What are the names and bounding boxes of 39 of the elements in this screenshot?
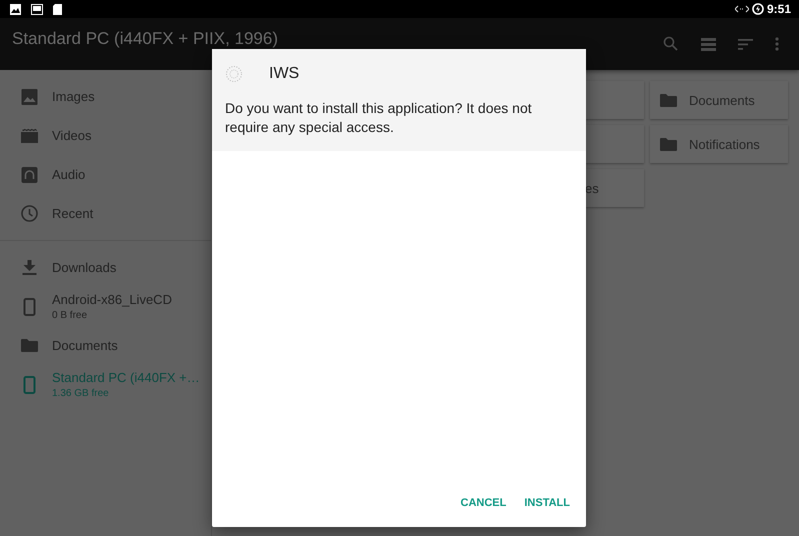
more-options-icon[interactable] bbox=[775, 37, 779, 51]
clock-time: 9:51 bbox=[766, 2, 791, 16]
list-view-icon[interactable] bbox=[701, 38, 716, 50]
image-icon bbox=[21, 88, 38, 104]
folder-icon bbox=[660, 138, 677, 150]
app-name: IWS bbox=[269, 65, 300, 83]
cancel-button[interactable]: CANCEL bbox=[452, 493, 514, 513]
sort-icon[interactable] bbox=[738, 38, 753, 50]
sidebar-item[interactable]: Downloads bbox=[0, 248, 211, 287]
download-icon bbox=[21, 260, 38, 275]
phone-icon bbox=[21, 298, 38, 316]
toolbar-title: Standard PC (i440FX + PIIX, 1996) bbox=[12, 29, 278, 49]
folder-icon bbox=[660, 94, 677, 106]
folder-card[interactable]: es bbox=[585, 169, 644, 207]
folder-card[interactable]: Documents bbox=[650, 81, 788, 119]
sidebar-item[interactable]: Android-x86_LiveCD 0 B free bbox=[0, 287, 211, 326]
search-icon[interactable] bbox=[663, 36, 679, 52]
battery-charging-icon bbox=[752, 3, 764, 15]
folder-icon bbox=[21, 339, 38, 352]
app-icon bbox=[225, 65, 243, 83]
install-message: Do you want to install this application? It does not require any special access. bbox=[225, 99, 533, 137]
sidebar-item[interactable]: Audio bbox=[0, 155, 211, 194]
folder-card[interactable] bbox=[585, 125, 644, 163]
sidebar-item[interactable]: Images bbox=[0, 77, 211, 116]
image-notification-icon bbox=[10, 4, 21, 14]
phone-icon bbox=[21, 376, 38, 394]
install-button[interactable]: INSTALL bbox=[516, 493, 578, 513]
folder-card[interactable] bbox=[585, 81, 644, 119]
sd-card-icon bbox=[53, 4, 62, 14]
sidebar-item[interactable]: Videos bbox=[0, 116, 211, 155]
sidebar-item[interactable]: Recent bbox=[0, 194, 211, 233]
sidebar-item[interactable]: Standard PC (i440FX +… 1.36 GB free bbox=[0, 365, 211, 404]
clock-icon bbox=[21, 205, 38, 222]
sidebar-item[interactable]: Documents bbox=[0, 326, 211, 365]
terminal-icon bbox=[31, 4, 43, 14]
network-icon bbox=[734, 5, 749, 13]
film-icon bbox=[21, 128, 38, 142]
headphones-icon bbox=[21, 166, 38, 182]
folder-card[interactable]: Notifications bbox=[650, 125, 788, 163]
